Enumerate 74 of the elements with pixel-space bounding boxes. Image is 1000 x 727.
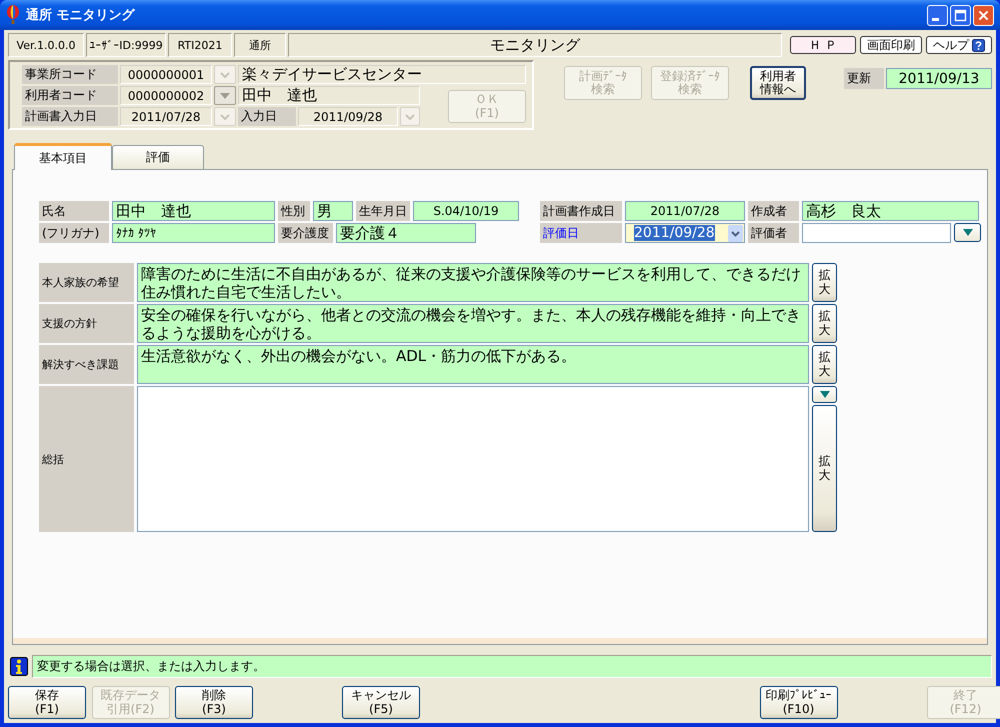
function-button[interactable]: 削除 (F3) (175, 686, 253, 719)
field-label: 支援の方針 (39, 304, 134, 343)
text-area[interactable]: 生活意欲がなく、外出の機会がない。ADL・筋力の低下がある。 (137, 345, 809, 384)
date-field[interactable]: 2011/07/28 (120, 107, 212, 126)
expand-button[interactable]: 拡大 (812, 345, 837, 384)
birth-date-field[interactable]: S.04/10/19 (413, 201, 519, 221)
version-label: Ver.1.0.0.0 (8, 33, 84, 57)
gender-field[interactable]: 男 (313, 201, 353, 221)
chevron-down-icon (728, 224, 743, 242)
field-label: 計画書入力日 (22, 107, 118, 126)
field-label: 生年月日 (356, 201, 410, 221)
chevron-down-icon (220, 72, 230, 78)
user-id-label: ﾕｰｻﾞｰID:9999 (86, 33, 166, 57)
minimize-button[interactable] (927, 4, 948, 26)
minimize-icon (932, 18, 938, 20)
triangle-down-icon (820, 391, 830, 398)
function-button[interactable]: 印刷ﾌﾟﾚﾋﾞｭｰ (F10) (760, 686, 838, 719)
expand-button[interactable]: 拡大 (812, 405, 837, 532)
tab[interactable]: 基本項目 (14, 143, 112, 170)
field-label: 事業所コード (22, 65, 118, 84)
status-message: 変更する場合は選択、または入力します。 (32, 655, 992, 678)
user-name-field: 田中 達也 (238, 86, 420, 105)
function-button[interactable]: 保存 (F1) (8, 686, 86, 719)
author-field[interactable]: 高杉 良太 (802, 201, 979, 221)
field-label: 計画書作成日 (540, 201, 622, 221)
balloon-icon (6, 5, 20, 25)
text-area[interactable]: 安全の確保を行いながら、他者との交流の機会を増やす。また、本人の残存機能を維持・向上できるような援助を心がける。 (137, 304, 809, 343)
field-label: 作成者 (748, 201, 799, 221)
tab[interactable]: 評価 (112, 145, 204, 169)
close-button[interactable] (973, 4, 994, 26)
action-button[interactable]: 利用者 情報へ (750, 66, 806, 100)
info-icon (10, 657, 28, 676)
evaluation-date-field[interactable]: 2011/09/28 (625, 223, 745, 243)
field-label: (フリガナ) (39, 223, 109, 243)
service-label: 通所 (234, 33, 286, 57)
maximize-button[interactable] (950, 4, 971, 26)
updated-date-field: 2011/09/13 (886, 68, 992, 89)
expand-button[interactable]: 拡大 (812, 263, 837, 302)
system-code-label: RTI2021 (168, 33, 232, 57)
field-label: 性別 (278, 201, 310, 221)
field-label: 解決すべき課題 (39, 345, 134, 384)
triangle-down-icon (220, 92, 230, 98)
print-screen-button[interactable]: 画面印刷 (860, 36, 922, 54)
homepage-button[interactable]: Ｈ Ｐ (790, 36, 856, 54)
triangle-down-icon (962, 229, 972, 236)
field-label: 更新 (844, 68, 884, 89)
function-button[interactable]: キャンセル (F5) (342, 686, 420, 719)
field-label: 要介護度 (278, 223, 333, 243)
field-label: 入力日 (238, 107, 296, 126)
dropdown-button[interactable] (812, 386, 837, 403)
expand-button[interactable]: 拡大 (812, 304, 837, 343)
window-title: 通所 モニタリング (26, 7, 135, 24)
kana-field[interactable]: ﾀﾅｶ ﾀﾂﾔ (112, 223, 275, 243)
chevron-down-icon (405, 114, 415, 120)
field-label: 本人家族の希望 (39, 263, 134, 302)
date-field[interactable]: 2011/09/28 (298, 107, 398, 126)
office-code-field[interactable]: 0000000001 (120, 65, 212, 84)
dropdown-button[interactable] (954, 223, 981, 242)
help-button[interactable]: ヘルプ (926, 36, 992, 54)
field-label: 評価日 (540, 223, 622, 243)
user-code-field[interactable]: 0000000002 (120, 86, 212, 105)
name-field[interactable]: 田中 達也 (112, 201, 275, 221)
evaluator-field[interactable] (802, 223, 951, 243)
chevron-down-icon (220, 114, 230, 120)
help-icon (972, 38, 985, 52)
field-label: 利用者コード (22, 86, 118, 105)
plan-date-field[interactable]: 2011/07/28 (625, 201, 745, 221)
office-name-field: 楽々デイサービスセンター (238, 65, 526, 84)
field-label: 評価者 (748, 223, 799, 243)
field-label: 氏名 (39, 201, 109, 221)
field-label: 総括 (39, 386, 134, 532)
care-level-field[interactable]: 要介護４ (336, 223, 476, 243)
text-area[interactable]: 障害のために生活に不自由があるが、従来の支援や介護保険等のサービスを利用して、できるだけ住み慣れた自宅で生活したい。 (137, 263, 809, 302)
screen-title: モニタリング (288, 33, 782, 57)
